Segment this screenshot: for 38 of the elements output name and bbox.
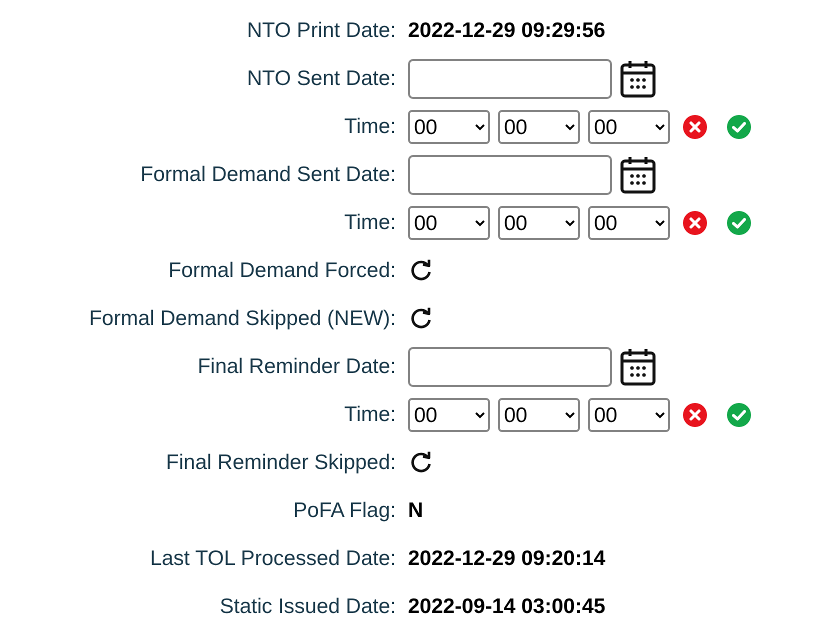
calendar-icon[interactable] xyxy=(620,59,656,99)
time-select[interactable]: 00 xyxy=(588,206,670,240)
time-select[interactable]: 00 xyxy=(408,398,490,432)
field-label: Time: xyxy=(344,211,396,235)
field-label: PoFA Flag: xyxy=(293,499,396,523)
field-label: Final Reminder Skipped: xyxy=(166,451,396,475)
field-label: Static Issued Date: xyxy=(220,595,396,619)
time-select[interactable]: 00 xyxy=(588,110,670,144)
time-select[interactable]: 00 xyxy=(498,206,580,240)
time-select[interactable]: 00 xyxy=(498,398,580,432)
clear-icon[interactable] xyxy=(682,114,708,140)
field-label: NTO Sent Date: xyxy=(246,67,396,91)
clear-icon[interactable] xyxy=(682,402,708,428)
date-input[interactable] xyxy=(408,59,612,99)
date-input[interactable] xyxy=(408,347,612,387)
field-label: Formal Demand Sent Date: xyxy=(140,163,396,187)
field-label: Time: xyxy=(344,403,396,427)
confirm-icon[interactable] xyxy=(726,114,752,140)
field-label: Time: xyxy=(344,115,396,139)
field-label: Final Reminder Date: xyxy=(198,355,396,379)
field-value: 2022-12-29 09:29:56 xyxy=(408,19,606,43)
time-select[interactable]: 00 xyxy=(588,398,670,432)
field-value: 2022-12-29 09:20:14 xyxy=(408,547,606,571)
clear-icon[interactable] xyxy=(682,210,708,236)
calendar-icon[interactable] xyxy=(620,155,656,195)
field-label: Formal Demand Forced: xyxy=(168,259,396,283)
time-select[interactable]: 00 xyxy=(408,110,490,144)
calendar-icon[interactable] xyxy=(620,347,656,387)
confirm-icon[interactable] xyxy=(726,210,752,236)
field-label: Formal Demand Skipped (NEW): xyxy=(89,307,396,331)
field-value: N xyxy=(408,499,424,523)
date-input[interactable] xyxy=(408,155,612,195)
field-label: NTO Print Date: xyxy=(247,19,396,43)
time-select[interactable]: 00 xyxy=(498,110,580,144)
confirm-icon[interactable] xyxy=(726,402,752,428)
field-label: Last TOL Processed Date: xyxy=(150,547,396,571)
time-select[interactable]: 00 xyxy=(408,206,490,240)
field-value: 2022-09-14 03:00:45 xyxy=(408,595,606,619)
